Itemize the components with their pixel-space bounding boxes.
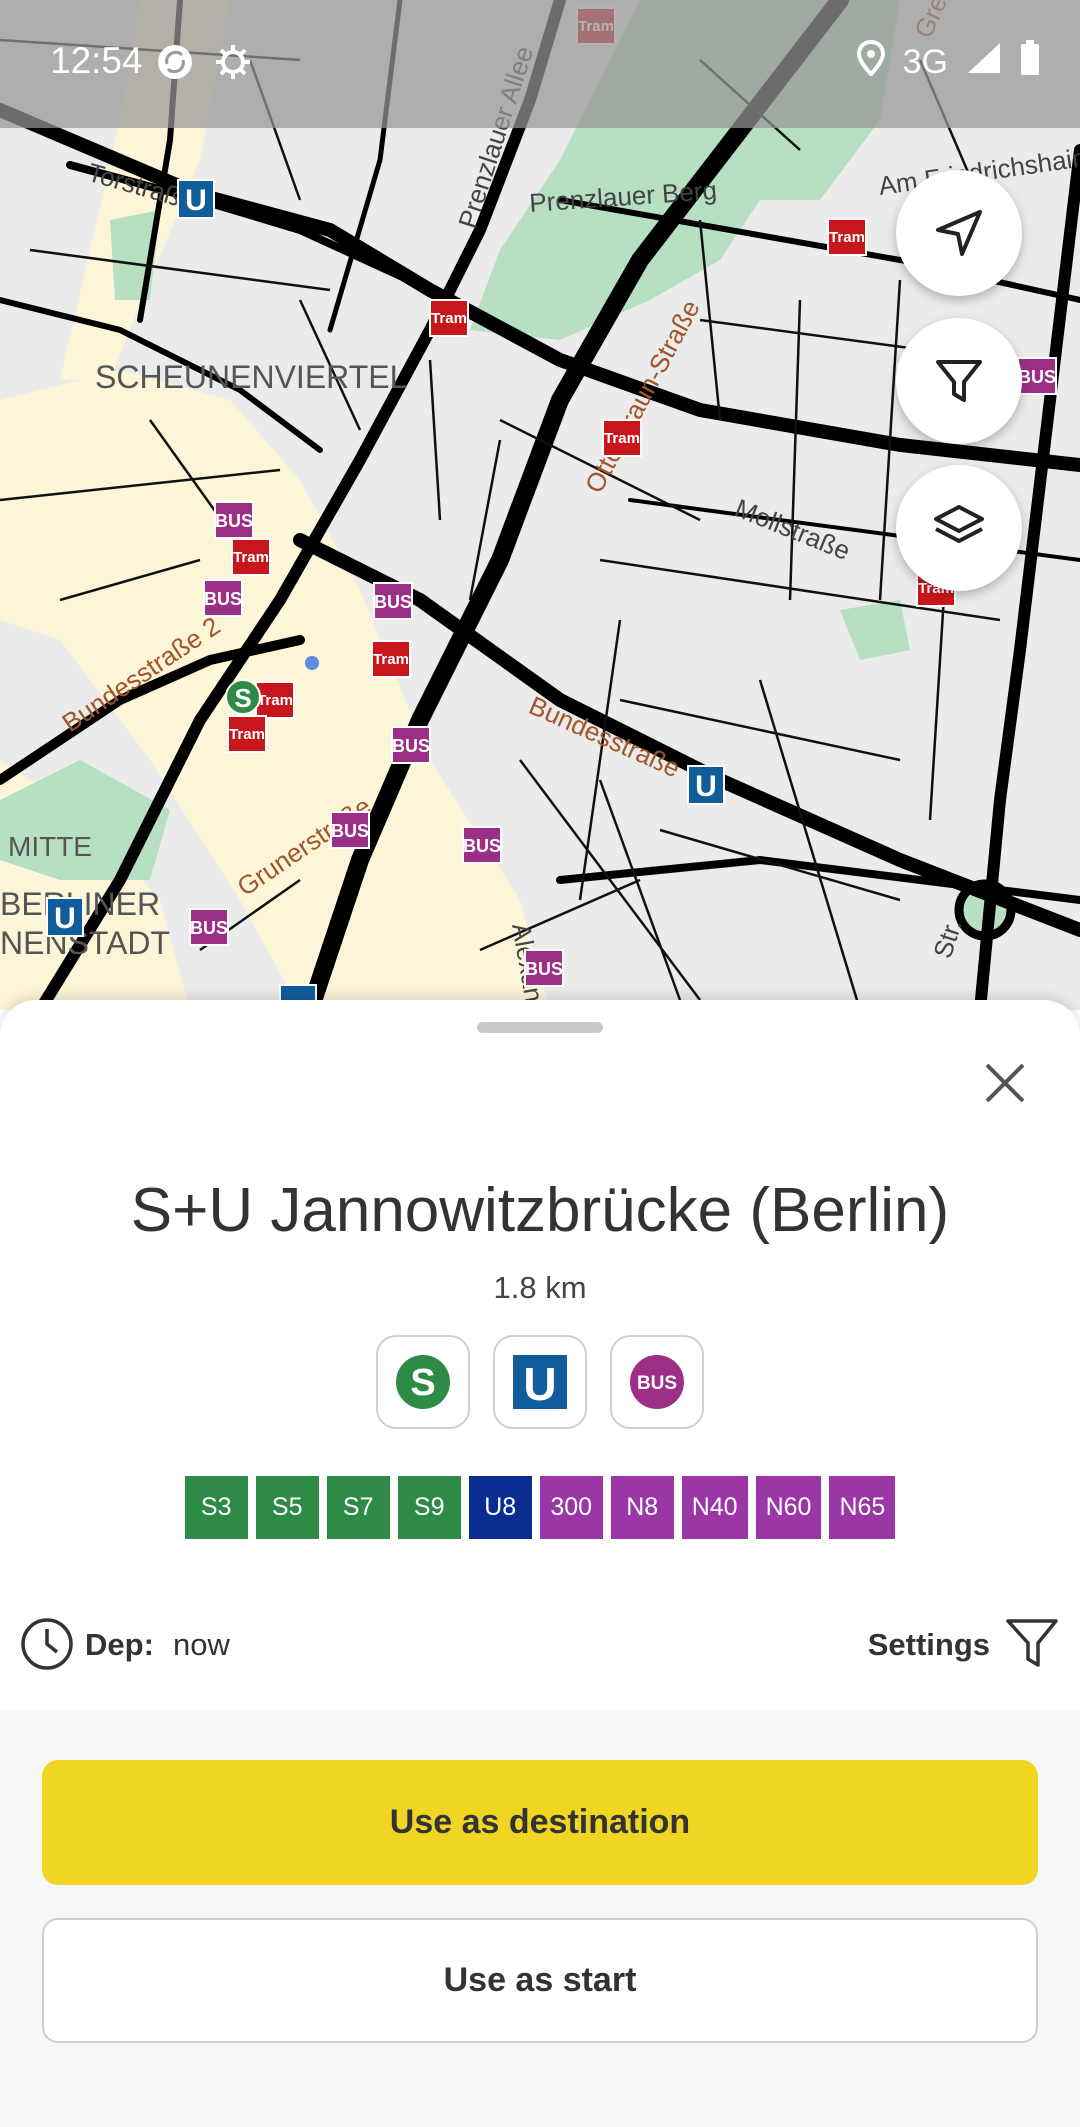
line-badge[interactable]: S5	[255, 1476, 319, 1539]
settings-link[interactable]: Settings	[868, 1627, 990, 1663]
transport-modes: S U BUS	[0, 1335, 1080, 1429]
departure-label: Dep:	[85, 1627, 154, 1662]
svg-text:BUS: BUS	[204, 589, 242, 609]
svg-text:NENSTADT: NENSTADT	[0, 925, 170, 961]
use-as-start-button[interactable]: Use as start	[42, 1918, 1038, 2043]
debug-gear-icon	[213, 42, 253, 87]
svg-text:BUS: BUS	[525, 959, 563, 979]
svg-text:Tram: Tram	[257, 692, 293, 709]
line-badge[interactable]: N60	[755, 1476, 822, 1539]
close-icon	[985, 1063, 1025, 1103]
location-icon	[856, 39, 885, 85]
departure-row[interactable]: Dep: now Settings	[20, 1615, 1060, 1675]
line-badge[interactable]: N65	[829, 1476, 896, 1539]
svg-text:Tram: Tram	[229, 726, 265, 743]
action-area: Use as destination Use as start	[0, 1710, 1080, 2127]
status-time: 12:54	[50, 40, 143, 81]
status-bar: 12:54 3G	[0, 0, 1080, 128]
svg-text:S: S	[410, 1362, 435, 1404]
svg-text:U: U	[523, 1358, 556, 1410]
station-detail-sheet: S+U Jannowitzbrücke (Berlin) 1.8 km S U …	[0, 1000, 1080, 2127]
line-badge[interactable]: U8	[468, 1476, 532, 1539]
layers-button[interactable]	[896, 465, 1022, 591]
svg-text:SCHEUNENVIERTEL: SCHEUNENVIERTEL	[95, 359, 407, 395]
svg-text:MITTE: MITTE	[8, 831, 92, 862]
svg-text:U: U	[185, 184, 207, 217]
svg-text:BUS: BUS	[331, 821, 369, 841]
network-type: 3G	[902, 43, 948, 81]
svg-text:Tram: Tram	[431, 310, 467, 327]
svg-text:BUS: BUS	[637, 1373, 677, 1394]
svg-text:U: U	[695, 770, 717, 803]
filter-icon	[936, 360, 982, 402]
svg-text:BUS: BUS	[190, 918, 228, 938]
filter-icon[interactable]	[1004, 1615, 1060, 1671]
svg-text:BUS: BUS	[1018, 367, 1056, 387]
sync-icon	[155, 42, 195, 87]
filter-button[interactable]	[896, 318, 1022, 444]
station-distance: 1.8 km	[493, 1270, 587, 1305]
line-badge[interactable]: S9	[397, 1476, 461, 1539]
departure-value[interactable]: now	[173, 1627, 230, 1663]
clock-icon	[21, 1618, 73, 1670]
line-list: S3 S5 S7 S9 U8 300 N8 N40 N60 N65	[0, 1476, 1080, 1539]
line-badge[interactable]: S7	[326, 1476, 390, 1539]
svg-text:S: S	[234, 683, 251, 713]
mode-ubahn: U	[493, 1335, 587, 1429]
svg-text:Tram: Tram	[604, 430, 640, 447]
mode-bus: BUS	[610, 1335, 704, 1429]
battery-icon	[1020, 40, 1040, 85]
mode-sbahn: S	[376, 1335, 470, 1429]
line-badge[interactable]: N8	[610, 1476, 674, 1539]
drag-handle[interactable]	[477, 1022, 603, 1033]
svg-text:U: U	[54, 902, 76, 935]
close-button[interactable]	[970, 1048, 1040, 1118]
navigation-arrow-icon	[936, 210, 982, 256]
my-location-button[interactable]	[896, 170, 1022, 296]
layers-icon	[934, 505, 984, 543]
svg-text:Tram: Tram	[829, 229, 865, 246]
line-badge[interactable]: N40	[681, 1476, 748, 1539]
svg-text:BUS: BUS	[374, 592, 412, 612]
line-badge[interactable]: S3	[184, 1476, 248, 1539]
bus-icon: BUS	[630, 1355, 684, 1409]
svg-text:Tram: Tram	[373, 651, 409, 668]
ubahn-icon: U	[513, 1355, 567, 1410]
line-badge[interactable]: 300	[539, 1476, 603, 1539]
signal-icon	[966, 41, 1002, 84]
svg-text:Tram: Tram	[233, 549, 269, 566]
sbahn-icon: S	[396, 1355, 450, 1409]
use-as-destination-button[interactable]: Use as destination	[42, 1760, 1038, 1885]
svg-text:BUS: BUS	[463, 836, 501, 856]
svg-text:BUS: BUS	[392, 736, 430, 756]
svg-text:BUS: BUS	[215, 511, 253, 531]
station-title: S+U Jannowitzbrücke (Berlin)	[130, 1176, 950, 1245]
